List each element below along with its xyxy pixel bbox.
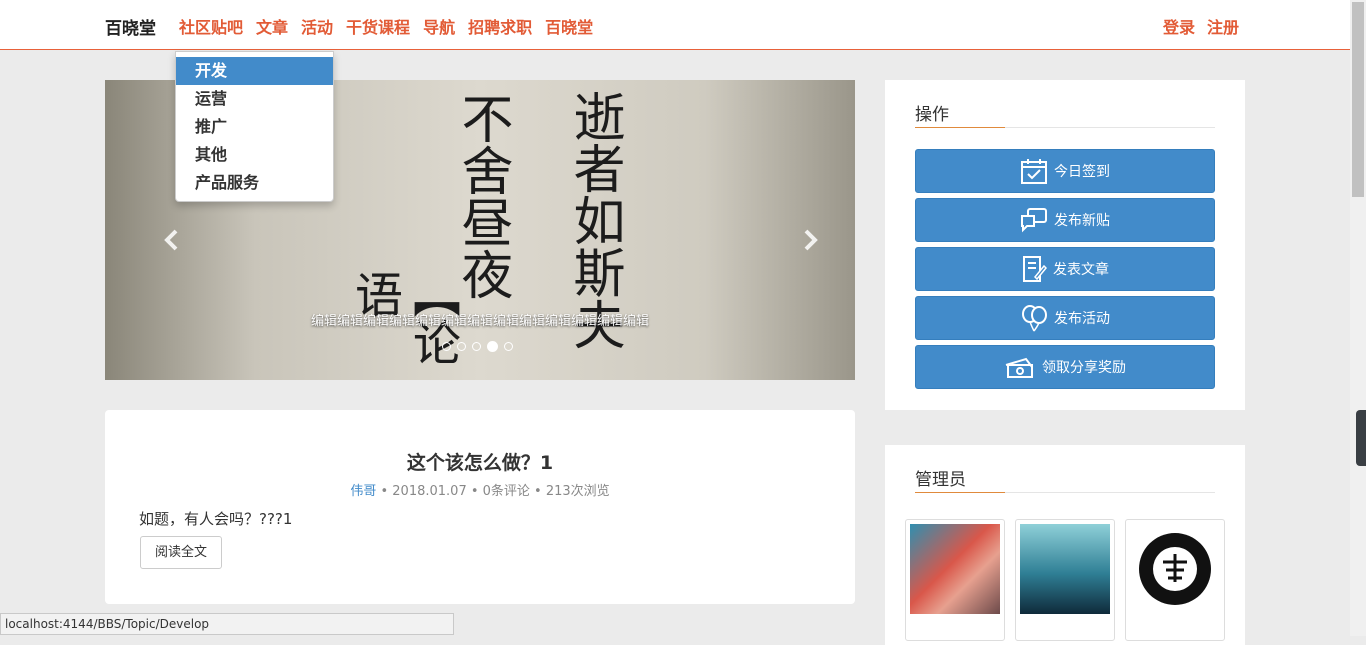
money-icon <box>1005 357 1033 378</box>
post-meta: 伟哥 • 2018.01.07 • 0条评论 • 213次浏览 <box>105 480 855 499</box>
chevron-right-icon[interactable] <box>801 228 819 258</box>
calligraphy-line-2: 不舍昼夜 <box>452 92 512 300</box>
post-title[interactable]: 这个该怎么做？1 <box>105 448 855 475</box>
read-more-button[interactable]: 阅读全文 <box>140 536 222 569</box>
operations-panel: 操作 今日签到 发布新贴 发表文章 发布活动 领取分享奖励 <box>885 80 1245 410</box>
checkin-label: 今日签到 <box>1054 164 1110 180</box>
admin-avatar[interactable] <box>1015 519 1115 641</box>
post-card: 这个该怎么做？1 伟哥 • 2018.01.07 • 0条评论 • 213次浏览… <box>105 410 855 604</box>
dropdown-item-promotion[interactable]: 推广 <box>176 113 333 141</box>
admin-avatar[interactable] <box>1125 519 1225 641</box>
dropdown-item-operations[interactable]: 运营 <box>176 85 333 113</box>
top-navbar: 百晓堂 社区贴吧 文章 活动 干货课程 导航 招聘求职 百晓堂 登录 注册 <box>0 0 1350 50</box>
carousel-caption: 编辑编辑编辑编辑编辑编辑编辑编辑编辑编辑编辑编辑编辑 <box>310 314 649 329</box>
nav-item-navigation[interactable]: 导航 <box>423 14 455 38</box>
new-post-button[interactable]: 发布新贴 <box>915 198 1215 242</box>
side-widget-tab[interactable] <box>1356 410 1366 466</box>
share-reward-label: 领取分享奖励 <box>1042 360 1126 376</box>
write-article-label: 发表文章 <box>1053 262 1109 278</box>
page-scrollbar[interactable] <box>1350 0 1366 636</box>
divider <box>915 127 1215 128</box>
share-reward-button[interactable]: 领取分享奖励 <box>915 345 1215 389</box>
carousel-dot-active[interactable] <box>487 341 498 352</box>
nav-item-courses[interactable]: 干货课程 <box>346 14 410 38</box>
auth-links: 登录 注册 <box>1151 14 1239 38</box>
calendar-check-icon <box>1021 159 1047 184</box>
post-meta-details: • 2018.01.07 • 0条评论 • 213次浏览 <box>376 484 610 499</box>
balloons-icon <box>1022 305 1047 332</box>
new-event-label: 发布活动 <box>1054 311 1110 327</box>
document-edit-icon <box>1023 256 1047 282</box>
admin-avatar-image <box>1130 524 1220 614</box>
browser-status-bar: localhost:4144/BBS/Topic/Develop <box>0 613 454 635</box>
carousel-indicators <box>442 341 513 352</box>
admins-panel: 管理员 <box>885 445 1245 645</box>
nav-item-forum[interactable]: 社区贴吧 <box>179 14 243 38</box>
admin-avatar-image <box>1020 524 1110 614</box>
dropdown-item-product-service[interactable]: 产品服务 <box>176 169 333 197</box>
admin-avatar[interactable] <box>905 519 1005 641</box>
post-author[interactable]: 伟哥 <box>350 484 376 499</box>
operations-title: 操作 <box>915 105 949 125</box>
nav-item-events[interactable]: 活动 <box>301 14 333 38</box>
checkin-button[interactable]: 今日签到 <box>915 149 1215 193</box>
dropdown-item-other[interactable]: 其他 <box>176 141 333 169</box>
admin-avatar-image <box>910 524 1000 614</box>
new-post-label: 发布新贴 <box>1054 213 1110 229</box>
nav-item-jobs[interactable]: 招聘求职 <box>468 14 532 38</box>
nav-item-baixiaotang[interactable]: 百晓堂 <box>545 14 593 38</box>
brand-logo-text[interactable]: 百晓堂 <box>105 14 156 39</box>
dropdown-item-develop[interactable]: 开发 <box>176 57 333 85</box>
chevron-left-icon[interactable] <box>163 228 181 258</box>
new-event-button[interactable]: 发布活动 <box>915 296 1215 340</box>
carousel-dot[interactable] <box>442 342 451 351</box>
carousel-dot[interactable] <box>504 342 513 351</box>
main-nav: 社区贴吧 文章 活动 干货课程 导航 招聘求职 百晓堂 <box>179 14 606 38</box>
forum-dropdown-menu: 开发 运营 推广 其他 产品服务 <box>175 51 334 202</box>
login-link[interactable]: 登录 <box>1163 14 1195 38</box>
admins-title: 管理员 <box>915 470 966 490</box>
post-excerpt: 如题，有人会吗？???1 <box>139 510 293 528</box>
carousel-dot[interactable] <box>457 342 466 351</box>
nav-item-articles[interactable]: 文章 <box>256 14 288 38</box>
divider <box>915 492 1215 493</box>
register-link[interactable]: 注册 <box>1207 14 1239 38</box>
write-article-button[interactable]: 发表文章 <box>915 247 1215 291</box>
carousel-dot[interactable] <box>472 342 481 351</box>
scrollbar-thumb[interactable] <box>1352 2 1364 197</box>
chat-bubbles-icon <box>1021 208 1047 233</box>
